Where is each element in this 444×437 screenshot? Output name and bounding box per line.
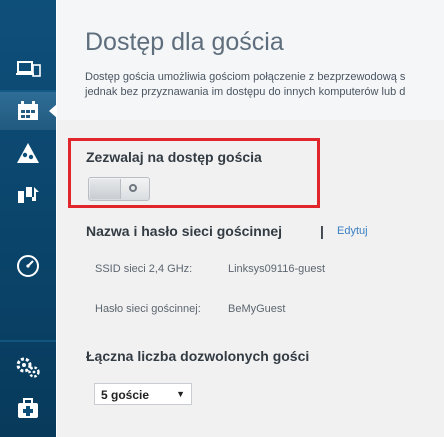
sidebar-item-troubleshooting[interactable] xyxy=(0,390,56,428)
troubleshooting-icon xyxy=(16,398,40,420)
page-title: Dostęp dla gościa xyxy=(85,28,284,56)
sidebar-item-devices[interactable] xyxy=(0,50,56,88)
guest-count-value: 5 goście xyxy=(101,388,150,402)
speed-test-icon xyxy=(16,254,40,278)
sidebar-item-parental-controls[interactable] xyxy=(0,134,56,172)
guest-password-value: BeMyGuest xyxy=(228,303,286,315)
page-description-line-2: jednak bez przyznawania im dostępu do in… xyxy=(85,86,406,98)
guest-access-label: Zezwalaj na dostęp gościa xyxy=(86,149,262,165)
page-header xyxy=(57,0,444,120)
chevron-down-icon: ▼ xyxy=(176,389,185,399)
guest-count-select[interactable]: 5 goście ▼ xyxy=(94,383,192,405)
ssid-label: SSID sieci 2,4 GHz: xyxy=(95,263,193,275)
sidebar-item-guest-access[interactable] xyxy=(0,92,57,130)
toggle-off-indicator-icon xyxy=(129,184,137,192)
media-prioritization-icon xyxy=(16,183,40,207)
sidebar-item-media-prioritization[interactable] xyxy=(0,176,56,214)
guest-network-heading: Nazwa i hasło sieci gościnnej xyxy=(86,223,283,239)
settings-icon xyxy=(15,355,41,379)
edit-network-link[interactable]: Edytuj xyxy=(337,225,368,237)
toggle-knob xyxy=(90,179,121,199)
devices-icon xyxy=(15,59,41,79)
ssid-value: Linksys09116-guest xyxy=(228,263,326,275)
main-content: Dostęp dla gościa Dostęp gościa umożliwi… xyxy=(57,0,444,437)
page-description: Dostęp gościa umożliwia gościom połączen… xyxy=(85,70,444,100)
parental-controls-icon xyxy=(16,142,40,164)
sidebar-item-settings[interactable] xyxy=(0,348,56,386)
heading-separator: | xyxy=(320,223,324,239)
sidebar xyxy=(0,0,57,437)
guest-password-label: Hasło sieci gościnnej: xyxy=(95,303,201,315)
sidebar-item-speed-test[interactable] xyxy=(0,247,56,285)
guest-access-toggle[interactable] xyxy=(88,177,150,201)
total-guests-heading: Łączna liczba dozwolonych gości xyxy=(86,348,310,364)
page-description-line-1: Dostęp gościa umożliwia gościom połączen… xyxy=(85,71,406,83)
guest-access-icon xyxy=(16,100,40,122)
